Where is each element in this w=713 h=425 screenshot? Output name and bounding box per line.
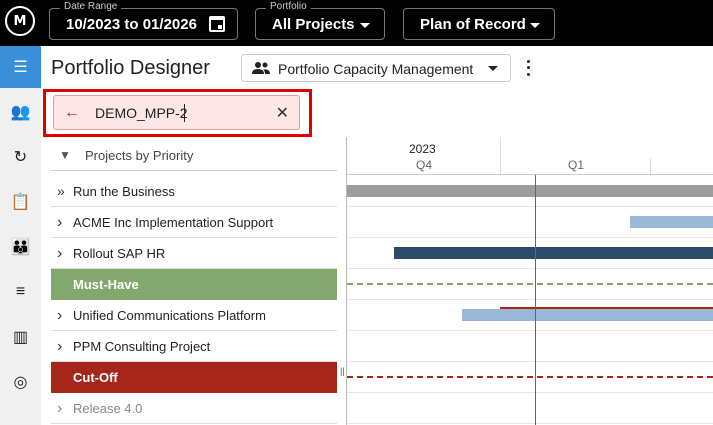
date-range-field[interactable]: Date Range 10/2023 to 01/2026 <box>49 1 238 40</box>
tree-row-label: Unified Communications Platform <box>73 308 266 323</box>
columns-icon[interactable]: ▥ <box>0 316 41 358</box>
timeline-separator <box>650 158 651 175</box>
page-title: Portfolio Designer <box>51 57 210 79</box>
tree-row-label: Run the Business <box>73 184 175 199</box>
today-line <box>535 175 536 425</box>
view-select[interactable]: Portfolio Capacity Management <box>241 54 511 82</box>
refresh-icon[interactable]: ↻ <box>0 136 41 178</box>
caret-down-icon[interactable]: ▼ <box>59 140 71 171</box>
tree-row[interactable]: › Unified Communications Platform <box>51 300 337 331</box>
chevron-right-icon[interactable]: › <box>57 300 62 331</box>
tree-row[interactable]: › ACME Inc Implementation Support <box>51 207 337 238</box>
search-input-value: DEMO_MPP-2 <box>95 105 188 121</box>
tree-row-label: PPM Consulting Project <box>73 339 211 354</box>
calendar-icon[interactable] <box>209 16 225 32</box>
sidebar: ☰ 👥 ↻ 📋 👪 ≡ ▥ ◎ <box>0 46 41 425</box>
chevron-down-icon <box>360 23 370 28</box>
tree-row-label: Must-Have <box>73 277 139 292</box>
grid-divider <box>346 137 347 425</box>
tree-header[interactable]: ▼ Projects by Priority <box>51 140 337 171</box>
timeline-year: 2023 <box>409 142 436 156</box>
chevron-right-icon[interactable]: › <box>57 331 62 362</box>
text-cursor <box>184 104 185 122</box>
timeline-header-rule <box>347 174 713 175</box>
date-range-legend: Date Range <box>60 1 122 13</box>
tree-row-label: Rollout SAP HR <box>73 246 166 261</box>
chevron-right-icon[interactable]: › <box>57 238 62 269</box>
chevron-right-icon[interactable]: › <box>57 393 62 424</box>
cut-off-threshold-line <box>347 376 713 378</box>
scenario-value: Plan of Record <box>420 16 526 33</box>
tree-row[interactable]: › Rollout SAP HR <box>51 238 337 269</box>
portfolio-value: All Projects <box>272 16 355 33</box>
gantt-row-line <box>347 423 713 424</box>
arrow-left-icon[interactable]: ← <box>64 104 80 122</box>
gantt-row-line <box>347 206 713 207</box>
tree-row-label: Release 4.0 <box>73 401 143 416</box>
view-select-value: Portfolio Capacity Management <box>278 61 474 77</box>
target-icon[interactable]: ◎ <box>0 361 41 403</box>
gantt-bar[interactable] <box>394 247 713 259</box>
tree-header-label: Projects by Priority <box>85 148 194 163</box>
tree-row[interactable]: › Release 4.0 <box>51 393 337 424</box>
timeline-separator <box>500 137 501 175</box>
group-icon[interactable]: 👪 <box>0 226 41 268</box>
gantt-row-line <box>347 330 713 331</box>
close-icon[interactable]: ✕ <box>276 103 289 123</box>
chevron-down-icon <box>530 23 540 28</box>
search-input[interactable]: ← DEMO_MPP-2 ✕ <box>53 95 300 130</box>
app-logo[interactable]: M <box>5 6 35 36</box>
gantt-row-line <box>347 299 713 300</box>
people-icon <box>252 62 270 74</box>
top-bar: M Date Range 10/2023 to 01/2026 Portfoli… <box>0 0 713 46</box>
people-list-icon[interactable]: 👥 <box>0 91 41 133</box>
timeline-quarter-q1: Q1 <box>568 158 585 172</box>
priority-band[interactable]: Must-Have <box>51 269 337 300</box>
list-icon[interactable]: ≡ <box>0 271 41 313</box>
splitter-handle[interactable]: || <box>340 366 345 376</box>
more-options-icon[interactable] <box>524 58 532 78</box>
tree-row[interactable]: » Run the Business <box>51 176 337 207</box>
chevron-down-icon <box>488 66 498 71</box>
must-have-threshold-line <box>347 283 713 285</box>
timeline-quarter-q4: Q4 <box>416 158 433 172</box>
gantt-row-line <box>347 237 713 238</box>
gantt-bar[interactable] <box>462 309 713 321</box>
chevron-right-icon[interactable]: › <box>57 207 62 238</box>
tree-row-label: Cut-Off <box>73 370 118 385</box>
portfolio-select[interactable]: Portfolio All Projects <box>255 1 385 40</box>
gantt-row-line <box>347 392 713 393</box>
expand-all-icon[interactable]: » <box>57 176 65 207</box>
gantt-row-line <box>347 361 713 362</box>
scenario-select[interactable]: Plan of Record <box>403 8 555 40</box>
clipboard-icon[interactable]: 📋 <box>0 181 41 223</box>
date-range-value: 10/2023 to 01/2026 <box>66 16 197 33</box>
tree-row-label: ACME Inc Implementation Support <box>73 215 274 230</box>
gantt-bar[interactable] <box>347 185 713 197</box>
list-indent-icon[interactable]: ☰ <box>0 46 41 88</box>
tree-row[interactable]: › PPM Consulting Project <box>51 331 337 362</box>
priority-band[interactable]: Cut-Off <box>51 362 337 393</box>
portfolio-legend: Portfolio <box>266 1 311 13</box>
gantt-row-line <box>347 268 713 269</box>
gantt-bar[interactable] <box>630 216 713 228</box>
gantt-progress-line[interactable] <box>500 307 713 309</box>
